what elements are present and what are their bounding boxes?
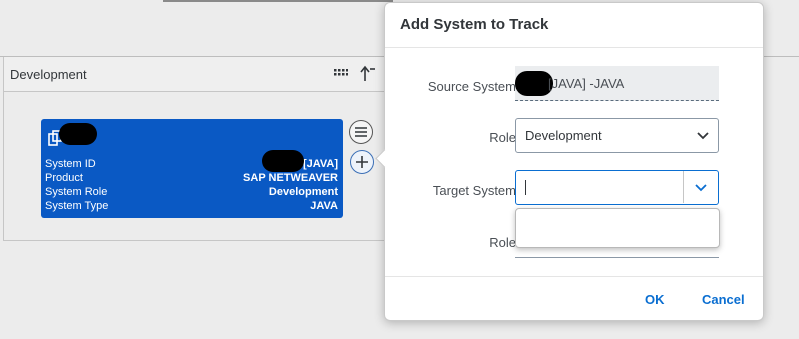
dialog-title: Add System to Track: [400, 16, 549, 33]
menu-icon: [355, 127, 367, 137]
target-system-label: Target System: [432, 183, 516, 198]
system-id-value: [JAVA]: [262, 150, 338, 172]
target-system-combobox[interactable]: [515, 170, 719, 205]
product-row: Product SAP NETWEAVER: [45, 171, 338, 185]
sort-ascending-icon[interactable]: [358, 65, 376, 83]
grid-icon[interactable]: [334, 69, 348, 79]
cancel-button[interactable]: Cancel: [702, 292, 745, 307]
system-details: System ID [JAVA] Product SAP NETWEAVER S…: [45, 150, 338, 213]
chevron-down-icon: [697, 132, 709, 140]
redacted-system-id: [262, 150, 304, 172]
source-system-value: [JAVA] -JAVA: [548, 76, 625, 91]
target-role-label: Role: [489, 235, 516, 250]
redacted-system-name: [59, 123, 97, 145]
system-type-value: JAVA: [310, 200, 338, 212]
source-system-field: [JAVA] -JAVA: [515, 66, 719, 101]
text-cursor: [525, 180, 526, 195]
system-id-text: [JAVA]: [302, 158, 338, 170]
system-type-label: System Type: [45, 200, 109, 212]
target-system-suggestions[interactable]: [515, 208, 720, 248]
system-id-label: System ID: [45, 158, 96, 170]
lane-title: Development: [10, 67, 87, 82]
system-role-label: System Role: [45, 186, 108, 198]
dialog-header-divider: [385, 47, 763, 48]
top-divider: [163, 0, 393, 2]
system-role-value: Development: [268, 186, 338, 198]
add-system-dialog: Add System to Track Source System [JAVA]…: [375, 2, 764, 321]
dialog-footer-divider: [385, 276, 763, 277]
card-menu-button[interactable]: [349, 120, 373, 144]
system-role-row: System Role Development: [45, 185, 338, 199]
system-id-row: System ID [JAVA]: [45, 150, 338, 172]
product-label: Product: [45, 172, 83, 184]
add-icon: [356, 156, 368, 168]
ok-button[interactable]: OK: [645, 292, 665, 307]
add-system-button[interactable]: [350, 150, 374, 174]
combobox-divider: [683, 171, 684, 203]
role-label: Role: [489, 130, 516, 145]
source-system-label: Source System: [427, 79, 516, 94]
lane-header: Development: [4, 57, 397, 92]
system-type-row: System Type JAVA: [45, 199, 338, 213]
chevron-down-icon[interactable]: [695, 183, 707, 192]
role-select-value: Development: [525, 128, 602, 143]
system-card[interactable]: System ID [JAVA] Product SAP NETWEAVER S…: [41, 119, 343, 218]
role-select[interactable]: Development: [515, 118, 719, 153]
product-value: SAP NETWEAVER: [243, 172, 338, 184]
